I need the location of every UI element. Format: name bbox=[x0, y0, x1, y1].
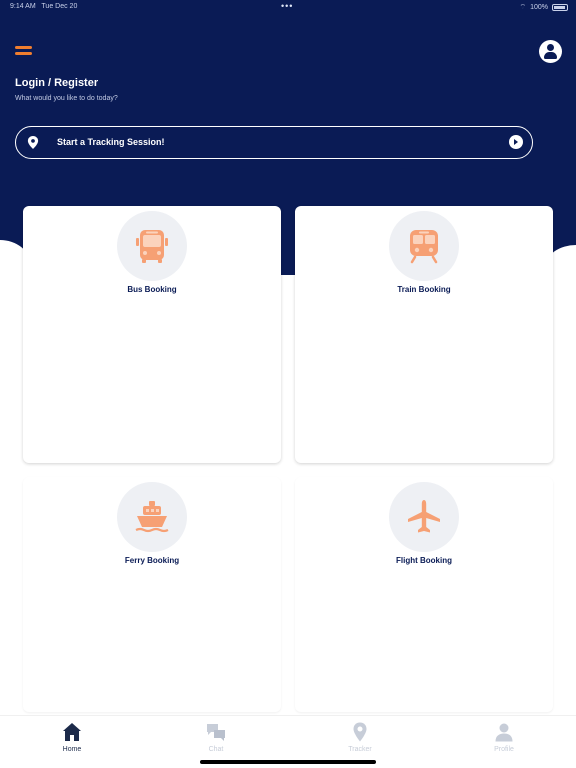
flight-booking-label: Flight Booking bbox=[396, 556, 452, 565]
status-time: 9:14 AM Tue Dec 20 bbox=[10, 3, 78, 10]
home-icon bbox=[63, 723, 81, 741]
tab-chat[interactable]: Chat bbox=[176, 722, 256, 753]
ferry-icon-circle bbox=[117, 482, 187, 552]
status-indicators: ⌔ 100% bbox=[519, 3, 568, 12]
battery-percent: 100% bbox=[530, 4, 548, 11]
map-pin-icon bbox=[353, 722, 367, 742]
bus-icon bbox=[136, 230, 168, 263]
user-icon bbox=[495, 723, 513, 742]
tab-tracker[interactable]: Tracker bbox=[320, 722, 400, 753]
status-bar: 9:14 AM Tue Dec 20 ••• ⌔ 100% bbox=[0, 0, 576, 14]
home-indicator[interactable] bbox=[200, 760, 376, 764]
train-booking-card[interactable]: Train Booking bbox=[295, 206, 553, 463]
ferry-booking-card[interactable]: Ferry Booking bbox=[23, 477, 281, 712]
tracking-label: Start a Tracking Session! bbox=[57, 137, 165, 147]
airplane-icon-circle bbox=[389, 482, 459, 552]
page-subtitle: What would you like to do today? bbox=[15, 95, 118, 102]
arrow-right-icon[interactable] bbox=[509, 135, 523, 149]
location-pin-icon bbox=[27, 136, 39, 149]
wifi-icon: ⌔ bbox=[519, 4, 527, 11]
multitasking-dots-icon[interactable]: ••• bbox=[281, 1, 293, 11]
tab-chat-label: Chat bbox=[208, 746, 224, 753]
train-icon bbox=[410, 230, 438, 264]
bus-booking-card[interactable]: Bus Booking bbox=[23, 206, 281, 463]
hamburger-menu-icon[interactable] bbox=[15, 46, 32, 55]
ferry-booking-label: Ferry Booking bbox=[124, 556, 180, 565]
profile-avatar-icon[interactable] bbox=[539, 40, 562, 63]
train-booking-label: Train Booking bbox=[397, 285, 451, 294]
tab-profile-label: Profile bbox=[494, 746, 514, 753]
battery-icon bbox=[552, 4, 568, 11]
start-tracking-button[interactable]: Start a Tracking Session! bbox=[15, 126, 533, 159]
tab-home[interactable]: Home bbox=[32, 722, 112, 753]
train-icon-circle bbox=[389, 211, 459, 281]
tab-profile[interactable]: Profile bbox=[464, 722, 544, 753]
flight-booking-card[interactable]: Flight Booking bbox=[295, 477, 553, 712]
page-title[interactable]: Login / Register bbox=[15, 77, 98, 89]
tab-tracker-label: Tracker bbox=[348, 746, 372, 753]
chat-icon bbox=[207, 724, 225, 741]
bus-icon-circle bbox=[117, 211, 187, 281]
airplane-icon bbox=[408, 500, 440, 533]
bus-booking-label: Bus Booking bbox=[127, 285, 177, 294]
ferry-icon bbox=[135, 501, 169, 533]
tab-home-label: Home bbox=[62, 746, 82, 753]
